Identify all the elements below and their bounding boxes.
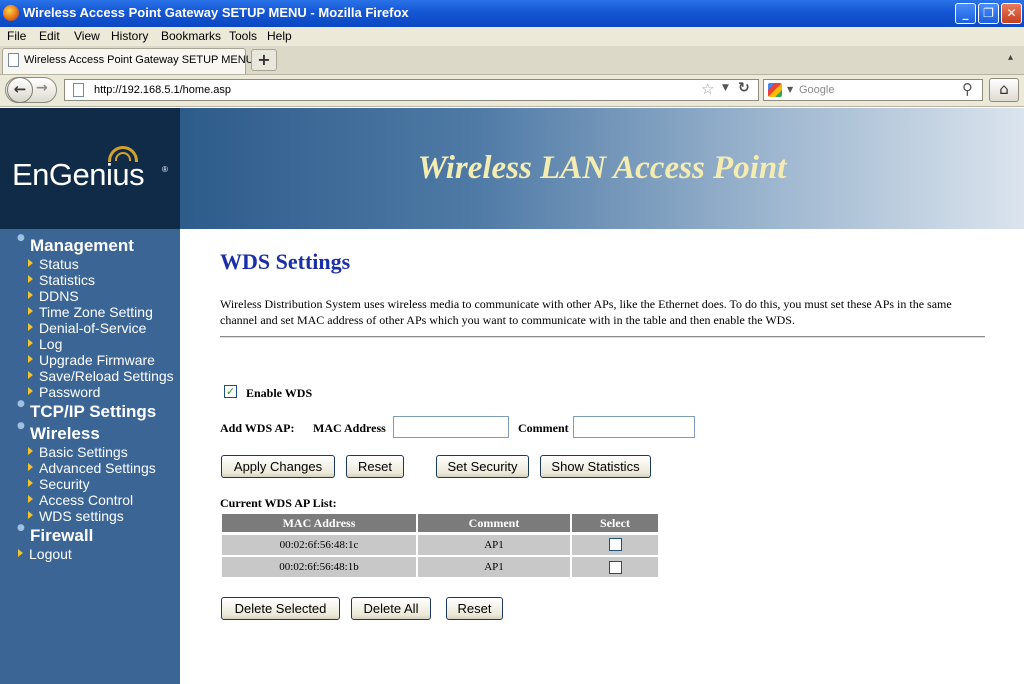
table-header-select: Select [572, 514, 658, 532]
table-cell-comment: AP1 [418, 557, 570, 577]
comment-label: Comment [518, 421, 569, 435]
comment-input[interactable] [573, 416, 695, 438]
table-header-mac: MAC Address [222, 514, 416, 532]
google-icon[interactable] [768, 83, 782, 97]
sidebar-item-log[interactable]: Log [39, 336, 62, 352]
sidebar-item-time-zone[interactable]: Time Zone Setting [39, 304, 153, 320]
arrow-icon [18, 549, 23, 557]
sidebar-item-status[interactable]: Status [39, 256, 79, 272]
reload-icon[interactable]: ↻ [738, 80, 750, 96]
reset-button[interactable]: Reset [346, 455, 404, 478]
enable-wds-label: Enable WDS [246, 386, 313, 400]
menu-edit[interactable]: Edit [39, 29, 60, 43]
delete-selected-button[interactable]: Delete Selected [221, 597, 340, 620]
arrow-icon [28, 479, 33, 487]
sidebar-item-wds[interactable]: WDS settings [39, 508, 124, 524]
search-bar[interactable] [763, 79, 983, 101]
set-security-button[interactable]: Set Security [436, 455, 529, 478]
sidebar-item-dos[interactable]: Denial-of-Service [39, 320, 146, 336]
row-select-checkbox[interactable] [609, 538, 622, 551]
sidebar-wireless[interactable]: Wireless [30, 424, 100, 444]
firefox-icon [3, 5, 19, 21]
arrow-icon [28, 355, 33, 363]
arrow-icon [28, 323, 33, 331]
sidebar-item-ddns[interactable]: DDNS [39, 288, 79, 304]
sidebar-firewall[interactable]: Firewall [30, 526, 93, 546]
minimize-button[interactable]: _ [955, 3, 976, 24]
new-tab-button[interactable]: + [251, 49, 277, 71]
menu-bookmarks[interactable]: Bookmarks [161, 29, 221, 43]
sidebar-item-security[interactable]: Security [39, 476, 90, 492]
bullet-icon: ● [17, 421, 25, 431]
tab-list-icon[interactable]: ▴ [1008, 52, 1013, 63]
maximize-button[interactable]: ❐ [978, 3, 999, 24]
menu-history[interactable]: History [111, 29, 148, 43]
table-header-comment: Comment [418, 514, 570, 532]
tab-label: Wireless Access Point Gateway SETUP MENU [24, 54, 254, 66]
apply-changes-button[interactable]: Apply Changes [221, 455, 335, 478]
sidebar-item-upgrade[interactable]: Upgrade Firmware [39, 352, 155, 368]
divider [220, 336, 985, 338]
enable-wds-checkbox[interactable]: ✓ [224, 385, 237, 398]
arrow-icon [28, 447, 33, 455]
menu-file[interactable]: File [7, 29, 26, 43]
forward-arrow-icon[interactable]: → [36, 80, 48, 96]
arrow-icon [28, 259, 33, 267]
table-cell-mac: 00:02:6f:56:48:1b [222, 557, 416, 577]
search-input[interactable]: Google [799, 84, 834, 96]
page-icon [8, 53, 19, 67]
bullet-icon: ● [17, 233, 25, 243]
table-cell-comment: AP1 [418, 535, 570, 555]
page-title: WDS Settings [220, 249, 351, 274]
sidebar-tcpip[interactable]: TCP/IP Settings [30, 402, 156, 422]
url-text[interactable]: http://192.168.5.1/home.asp [94, 84, 231, 96]
add-wds-ap-label: Add WDS AP: [220, 421, 295, 435]
arrow-icon [28, 307, 33, 315]
bullet-icon: ● [17, 523, 25, 533]
delete-all-button[interactable]: Delete All [351, 597, 431, 620]
menu-view[interactable]: View [74, 29, 100, 43]
menu-tools[interactable]: Tools [229, 29, 257, 43]
menu-help[interactable]: Help [267, 29, 292, 43]
arrow-icon [28, 275, 33, 283]
sidebar-management[interactable]: Management [30, 236, 134, 256]
back-arrow-icon[interactable]: ← [7, 77, 33, 103]
bookmark-star-icon[interactable]: ☆ [701, 80, 714, 98]
sidebar-item-statistics[interactable]: Statistics [39, 272, 95, 288]
registered-mark: ® [162, 165, 168, 174]
arrow-icon [28, 511, 33, 519]
close-button[interactable]: ✕ [1001, 3, 1022, 24]
search-icon[interactable]: ⚲ [962, 80, 973, 98]
arrow-icon [28, 495, 33, 503]
window-title: Wireless Access Point Gateway SETUP MENU… [23, 5, 409, 20]
reset-list-button[interactable]: Reset [446, 597, 503, 620]
arrow-icon [28, 291, 33, 299]
sidebar-item-save-reload[interactable]: Save/Reload Settings [39, 368, 174, 384]
row-select-checkbox[interactable] [609, 561, 622, 574]
engenius-logo: EnGenius [12, 157, 145, 192]
wds-list-label: Current WDS AP List: [220, 496, 337, 510]
sidebar-item-advanced[interactable]: Advanced Settings [39, 460, 156, 476]
show-statistics-button[interactable]: Show Statistics [540, 455, 651, 478]
menu-bar [0, 27, 1024, 46]
arrow-icon [28, 463, 33, 471]
mac-address-input[interactable] [393, 416, 509, 438]
sidebar-logout[interactable]: Logout [29, 546, 72, 562]
home-icon[interactable]: ⌂ [989, 78, 1019, 102]
mac-address-label: MAC Address [313, 421, 386, 435]
arrow-icon [28, 371, 33, 379]
dropdown-arrow-icon[interactable]: ▼ [787, 85, 793, 94]
sidebar-item-password[interactable]: Password [39, 384, 100, 400]
sidebar-item-basic[interactable]: Basic Settings [39, 444, 128, 460]
table-cell-mac: 00:02:6f:56:48:1c [222, 535, 416, 555]
sidebar-item-access-control[interactable]: Access Control [39, 492, 133, 508]
banner-title: Wireless LAN Access Point [417, 150, 787, 186]
arrow-icon [28, 339, 33, 347]
page-icon [73, 83, 84, 97]
page-description: Wireless Distribution System uses wirele… [220, 297, 952, 327]
arrow-icon [28, 387, 33, 395]
dropdown-arrow-icon[interactable]: ▼ [722, 83, 729, 93]
bullet-icon: ● [17, 399, 25, 409]
